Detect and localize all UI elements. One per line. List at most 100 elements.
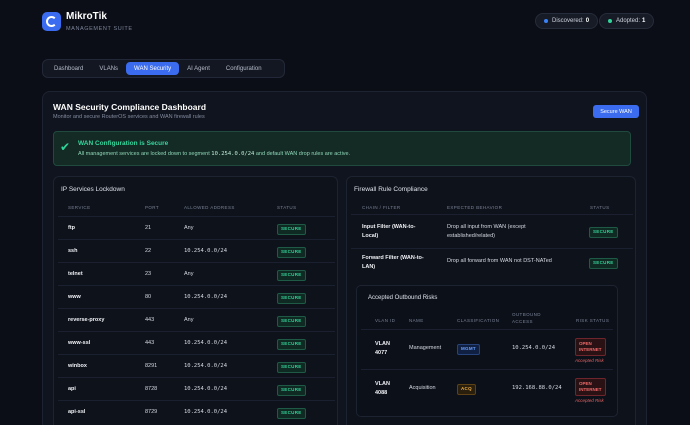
allowed-address: Any <box>184 271 194 277</box>
tab-ai-agent[interactable]: AI Agent <box>179 62 218 75</box>
chain-line: Forward Filter (WAN-to- <box>362 255 424 261</box>
brand-subtitle: MANAGEMENT SUITE <box>66 26 133 32</box>
expected-behavior: Drop all forward from WAN not DST-NATed <box>447 258 552 264</box>
status-badge: SECURE <box>589 227 618 238</box>
vlan-name: Management <box>409 345 442 351</box>
risk-line: INTERNET <box>579 346 602 352</box>
accepted-risks-card: Accepted Outbound Risks VLAN ID NAME CLA… <box>356 285 618 417</box>
service-port: 21 <box>145 225 152 231</box>
secure-alert: ✔ WAN Configuration is Secure All manage… <box>53 131 631 166</box>
status-badge: SECURE <box>277 247 306 258</box>
table-row: ssh 22 10.254.0.0/24 SECURE <box>58 239 335 262</box>
status-badge: SECURE <box>277 408 306 419</box>
allowed-address: Any <box>184 317 194 323</box>
allowed-address: 10.254.0.0/24 <box>184 409 228 415</box>
service-name: api-ssl <box>68 409 86 415</box>
outbound-access: 10.254.0.0/24 <box>512 345 556 351</box>
table-row: VLAN 4077 Management MGMT 10.254.0.0/24 … <box>361 329 613 369</box>
firewall-card: Firewall Rule Compliance CHAIN / FILTER … <box>346 176 636 425</box>
behavior-line: Drop all input from WAN (except <box>447 224 526 230</box>
brand-name: MikroTik <box>66 11 107 22</box>
alert-text: All management services are locked down … <box>78 151 350 157</box>
alert-segment: 10.254.0.0/24 <box>211 151 255 157</box>
risk-status-badge: OPEN INTERNET <box>575 378 606 396</box>
column-header: RISK STATUS <box>576 318 610 323</box>
check-icon: ✔ <box>60 140 71 154</box>
allowed-address: 10.254.0.0/24 <box>184 340 228 346</box>
risk-status-badge: OPEN INTERNET <box>575 338 606 356</box>
vlan-id: VLAN 4077 <box>375 340 390 358</box>
table-row: www-ssl 443 10.254.0.0/24 SECURE <box>58 331 335 354</box>
column-header: OUTBOUND <box>512 312 541 317</box>
status-badge: SECURE <box>277 385 306 396</box>
risk-note: Accepted Risk <box>575 358 604 363</box>
column-header: CLASSIFICATION <box>457 318 500 323</box>
ip-services-card: IP Services Lockdown SERVICE PORT ALLOWE… <box>53 176 338 425</box>
table-row: telnet 23 Any SECURE <box>58 262 335 285</box>
column-header: PORT <box>145 205 160 210</box>
allowed-address: 10.254.0.0/24 <box>184 294 228 300</box>
status-badge: SECURE <box>277 293 306 304</box>
firewall-title: Firewall Rule Compliance <box>354 186 428 193</box>
service-port: 22 <box>145 248 152 254</box>
vlan-line: 4088 <box>375 390 388 396</box>
status-dot-icon <box>608 19 612 23</box>
column-header: VLAN ID <box>375 318 396 323</box>
adopted-label: Adopted: <box>616 18 641 24</box>
service-port: 8728 <box>145 386 158 392</box>
tab-wan-security[interactable]: WAN Security <box>126 62 180 75</box>
ip-services-title: IP Services Lockdown <box>61 186 125 193</box>
vlan-line: VLAN <box>375 341 390 347</box>
outbound-access: 192.168.88.0/24 <box>512 385 562 391</box>
wan-security-panel: WAN Security Compliance Dashboard Monito… <box>42 91 647 425</box>
column-header: STATUS <box>590 205 610 210</box>
allowed-address: 10.254.0.0/24 <box>184 386 228 392</box>
logo-ring-icon <box>46 16 57 27</box>
table-row: Forward Filter (WAN-to- LAN) Drop all fo… <box>351 248 633 280</box>
risk-note: Accepted Risk <box>575 398 604 403</box>
tab-configuration[interactable]: Configuration <box>218 62 270 75</box>
service-name: reverse-proxy <box>68 317 105 323</box>
allowed-address: 10.254.0.0/24 <box>184 363 228 369</box>
chain-name: Input Filter (WAN-to- Local) <box>362 223 415 241</box>
status-badge: SECURE <box>589 258 618 269</box>
app-logo <box>42 12 61 31</box>
service-name: api <box>68 386 76 392</box>
risk-line: INTERNET <box>579 386 602 392</box>
behavior-line: established/related) <box>447 233 496 239</box>
status-badge: SECURE <box>277 224 306 235</box>
service-port: 443 <box>145 340 155 346</box>
allowed-address: 10.254.0.0/24 <box>184 248 228 254</box>
table-row: reverse-proxy 443 Any SECURE <box>58 308 335 331</box>
table-row: winbox 8291 10.254.0.0/24 SECURE <box>58 354 335 377</box>
table-row: api 8728 10.254.0.0/24 SECURE <box>58 377 335 400</box>
service-name: telnet <box>68 271 83 277</box>
service-port: 80 <box>145 294 152 300</box>
allowed-address: Any <box>184 225 194 231</box>
table-row: www 80 10.254.0.0/24 SECURE <box>58 285 335 308</box>
discovered-counter[interactable]: Discovered: 0 <box>535 13 599 29</box>
service-name: winbox <box>68 363 87 369</box>
secure-wan-button[interactable]: Secure WAN <box>593 105 639 118</box>
discovered-value: 0 <box>585 18 590 24</box>
alert-title: WAN Configuration is Secure <box>78 140 169 147</box>
status-badge: SECURE <box>277 339 306 350</box>
adopted-value: 1 <box>642 18 646 24</box>
chain-line: LAN) <box>362 264 376 270</box>
status-badge: SECURE <box>277 270 306 281</box>
chain-name: Forward Filter (WAN-to- LAN) <box>362 254 424 272</box>
classification-badge: ACQ <box>457 384 476 395</box>
page-title: WAN Security Compliance Dashboard <box>53 102 207 112</box>
tab-dashboard[interactable]: Dashboard <box>46 62 91 75</box>
service-name: ssh <box>68 248 78 254</box>
adopted-counter[interactable]: Adopted: 1 <box>599 13 655 29</box>
vlan-id: VLAN 4088 <box>375 380 390 398</box>
vlan-line: VLAN <box>375 381 390 387</box>
expected-behavior: Drop all input from WAN (except establis… <box>447 223 526 241</box>
discovered-label: Discovered: <box>552 18 584 24</box>
risk-line: OPEN <box>579 381 592 386</box>
page-subtitle: Monitor and secure RouterOS services and… <box>53 114 205 120</box>
column-header: CHAIN / FILTER <box>362 205 401 210</box>
service-port: 8729 <box>145 409 158 415</box>
tab-vlans[interactable]: VLANs <box>91 62 126 75</box>
